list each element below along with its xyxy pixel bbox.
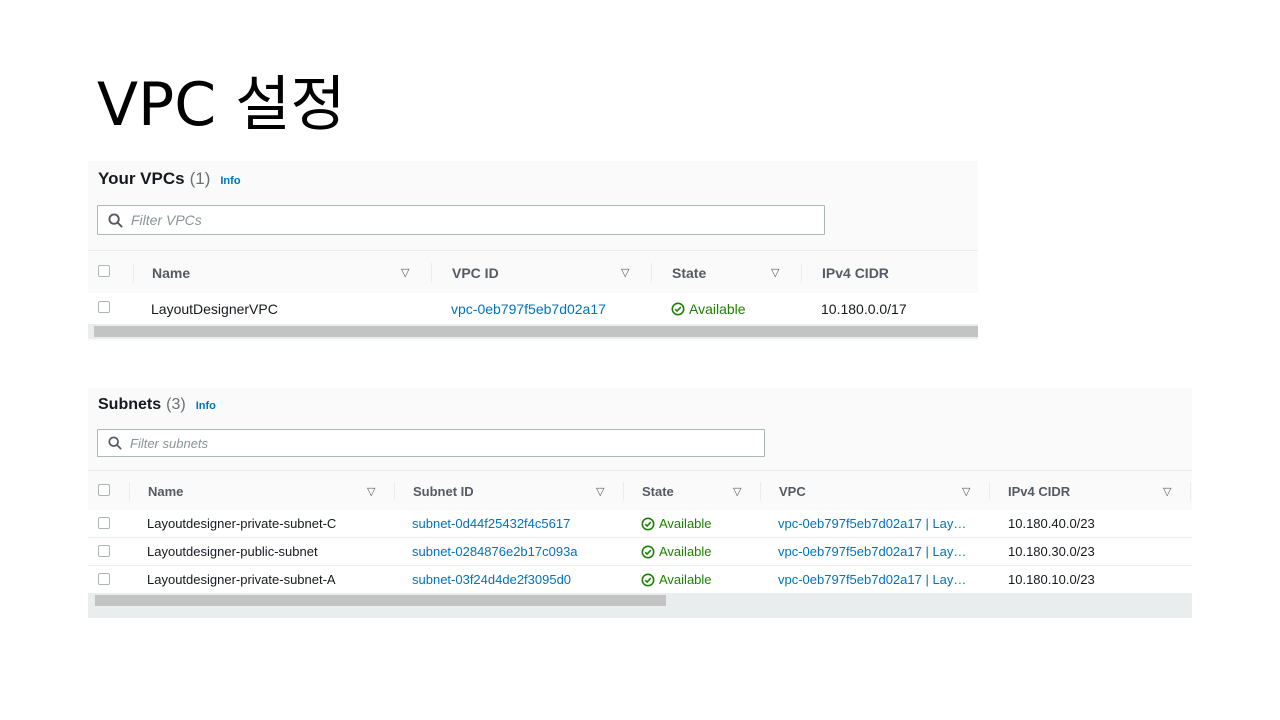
subnets-col-subnet-id[interactable]: Subnet ID xyxy=(413,471,474,511)
subnets-table-header: Name ▽ Subnet ID ▽ State ▽ VPC ▽ IPv4 CI… xyxy=(88,470,1192,512)
column-divider xyxy=(1190,482,1191,500)
subnet-vpc-link[interactable]: vpc-0eb797f5eb7d02a17 | Lay… xyxy=(778,510,966,537)
subnet-vpc-link[interactable]: vpc-0eb797f5eb7d02a17 | Lay… xyxy=(778,566,966,593)
vpcs-header: Your VPCs (1) Info xyxy=(98,169,241,189)
subnet-cidr: 10.180.30.0/23 xyxy=(1008,544,1095,559)
subnets-filter[interactable] xyxy=(97,429,765,457)
sort-icon[interactable]: ▽ xyxy=(621,251,629,294)
vpcs-info-link[interactable]: Info xyxy=(220,175,240,187)
sort-icon[interactable]: ▽ xyxy=(733,471,741,511)
row-checkbox[interactable] xyxy=(98,545,110,557)
row-checkbox[interactable] xyxy=(98,517,110,529)
search-icon xyxy=(108,436,122,450)
subnets-horizontal-scrollbar[interactable] xyxy=(88,593,1192,618)
vpcs-col-state[interactable]: State xyxy=(672,251,706,294)
row-checkbox[interactable] xyxy=(98,301,110,313)
vpcs-title: Your VPCs xyxy=(98,169,185,188)
vpcs-select-all-checkbox[interactable] xyxy=(98,265,110,277)
vpcs-col-vpc-id[interactable]: VPC ID xyxy=(452,251,499,294)
vpc-id-link[interactable]: vpc-0eb797f5eb7d02a17 xyxy=(451,293,606,324)
vpcs-filter-input[interactable] xyxy=(131,212,785,228)
table-row[interactable]: LayoutDesignerVPC vpc-0eb797f5eb7d02a17 … xyxy=(88,293,978,325)
column-divider xyxy=(623,482,624,500)
column-divider xyxy=(989,482,990,500)
table-row[interactable]: Layoutdesigner-public-subnet subnet-0284… xyxy=(88,538,1192,566)
vpcs-count: (1) xyxy=(189,169,211,188)
slide-title: VPC 설정 xyxy=(97,70,346,140)
check-circle-icon xyxy=(641,573,655,586)
subnets-count: (3) xyxy=(166,396,186,413)
column-divider xyxy=(133,263,134,283)
subnet-state: Available xyxy=(641,566,712,593)
subnet-name: Layoutdesigner-private-subnet-A xyxy=(147,572,336,587)
sort-icon[interactable]: ▽ xyxy=(962,471,970,511)
check-circle-icon xyxy=(671,302,685,315)
subnets-col-cidr[interactable]: IPv4 CIDR xyxy=(1008,471,1070,511)
subnet-state: Available xyxy=(641,538,712,565)
table-row[interactable]: Layoutdesigner-private-subnet-A subnet-0… xyxy=(88,566,1192,594)
subnet-id-link[interactable]: subnet-0284876e2b17c093a xyxy=(412,538,578,565)
vpcs-horizontal-scrollbar[interactable] xyxy=(88,324,978,339)
vpc-state: Available xyxy=(671,293,746,324)
subnet-state-label: Available xyxy=(659,572,712,587)
column-divider xyxy=(431,263,432,283)
table-row[interactable]: Layoutdesigner-private-subnet-C subnet-0… xyxy=(88,510,1192,538)
sort-icon[interactable]: ▽ xyxy=(1163,471,1171,511)
search-icon xyxy=(108,212,123,228)
subnets-panel: Subnets (3) Info Name ▽ Subnet ID ▽ Stat… xyxy=(88,388,1192,618)
subnets-col-vpc[interactable]: VPC xyxy=(779,471,806,511)
scrollbar-thumb[interactable] xyxy=(94,326,978,337)
sort-icon[interactable]: ▽ xyxy=(401,251,409,294)
subnet-cidr: 10.180.40.0/23 xyxy=(1008,516,1095,531)
column-divider xyxy=(394,482,395,500)
subnets-header: Subnets (3) Info xyxy=(98,396,216,414)
vpcs-panel: Your VPCs (1) Info Name ▽ VPC ID ▽ State… xyxy=(88,161,978,341)
subnet-name: Layoutdesigner-public-subnet xyxy=(147,544,318,559)
vpc-state-label: Available xyxy=(689,300,746,317)
subnets-title: Subnets xyxy=(98,396,162,413)
subnet-id-link[interactable]: subnet-03f24d4de2f3095d0 xyxy=(412,566,571,593)
subnet-cidr: 10.180.10.0/23 xyxy=(1008,572,1095,587)
vpc-cidr: 10.180.0.0/17 xyxy=(821,300,907,317)
column-divider xyxy=(760,482,761,500)
subnets-info-link[interactable]: Info xyxy=(196,400,216,412)
subnet-id-link[interactable]: subnet-0d44f25432f4c5617 xyxy=(412,510,570,537)
scrollbar-thumb[interactable] xyxy=(95,595,666,606)
subnet-name: Layoutdesigner-private-subnet-C xyxy=(147,516,337,531)
check-circle-icon xyxy=(641,545,655,558)
vpcs-col-cidr[interactable]: IPv4 CIDR xyxy=(822,251,889,294)
subnet-state-label: Available xyxy=(659,516,712,531)
check-circle-icon xyxy=(641,517,655,530)
subnet-state: Available xyxy=(641,510,712,537)
subnets-col-name[interactable]: Name xyxy=(148,471,183,511)
column-divider xyxy=(801,263,802,283)
subnets-col-state[interactable]: State xyxy=(642,471,674,511)
column-divider xyxy=(651,263,652,283)
sort-icon[interactable]: ▽ xyxy=(367,471,375,511)
subnets-select-all-checkbox[interactable] xyxy=(98,484,110,496)
sort-icon[interactable]: ▽ xyxy=(771,251,779,294)
row-checkbox[interactable] xyxy=(98,573,110,585)
subnet-state-label: Available xyxy=(659,544,712,559)
vpcs-table-header: Name ▽ VPC ID ▽ State ▽ IPv4 CIDR xyxy=(88,250,978,295)
vpc-name: LayoutDesignerVPC xyxy=(151,300,278,317)
vpcs-col-name[interactable]: Name xyxy=(152,251,190,294)
column-divider xyxy=(129,482,130,500)
subnets-filter-input[interactable] xyxy=(130,435,730,451)
sort-icon[interactable]: ▽ xyxy=(596,471,604,511)
subnet-vpc-link[interactable]: vpc-0eb797f5eb7d02a17 | Lay… xyxy=(778,538,966,565)
vpcs-filter[interactable] xyxy=(97,205,825,235)
